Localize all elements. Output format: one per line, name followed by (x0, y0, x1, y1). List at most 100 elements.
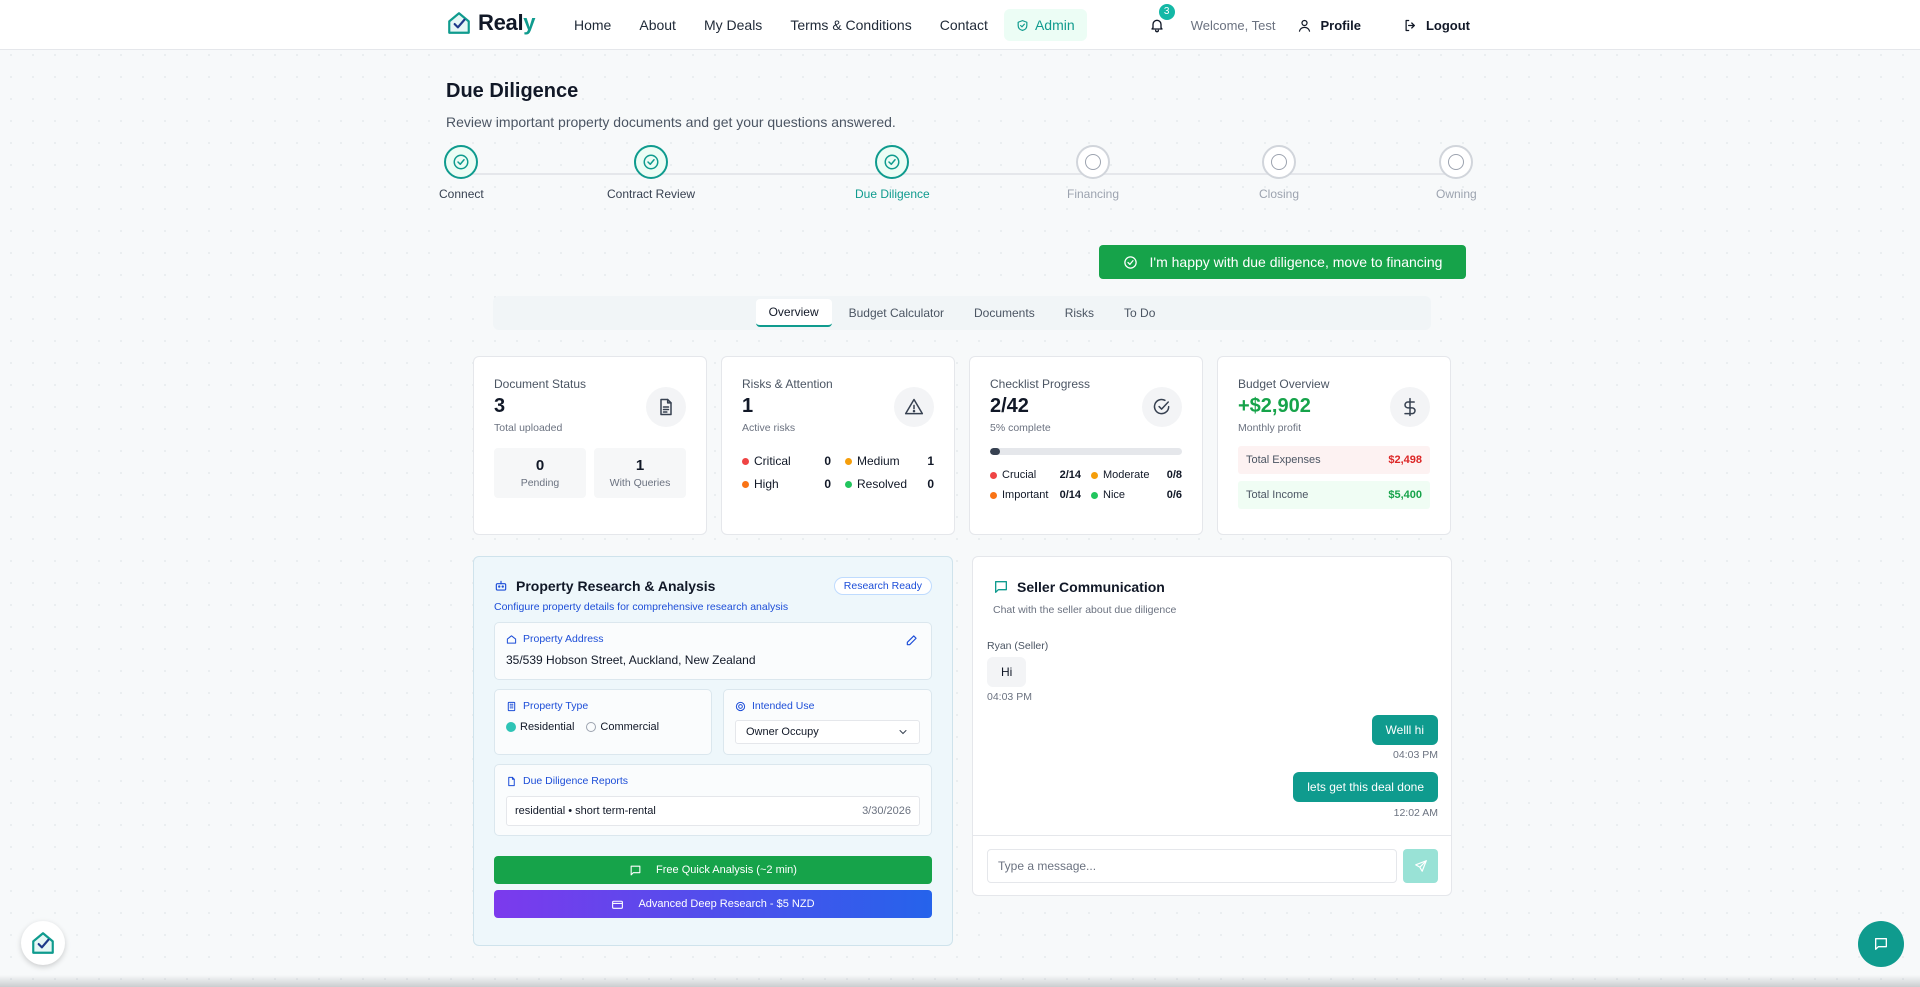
intended-use-select[interactable]: Owner Occupy (734, 720, 920, 744)
message-time: 12:02 AM (1393, 807, 1438, 819)
nav-terms[interactable]: Terms & Conditions (778, 9, 923, 41)
bell-icon (1151, 19, 1163, 33)
page-subtitle: Review important property documents and … (446, 114, 896, 130)
house-check-icon (448, 12, 470, 34)
income-value: $5,400 (1388, 489, 1422, 501)
risk-label: Resolved (857, 477, 908, 491)
property-address-box: Property Address 35/539 Hobson Street, A… (494, 622, 932, 680)
logout-link[interactable]: Logout (1403, 18, 1470, 33)
research-title: Property Research & Analysis (516, 578, 716, 594)
address-label: Property Address (506, 633, 920, 645)
step-due-diligence[interactable]: Due Diligence (855, 145, 930, 201)
priority-dot (1091, 471, 1098, 479)
move-to-financing-button[interactable]: I'm happy with due diligence, move to fi… (1099, 245, 1466, 279)
chevron-down-icon (899, 730, 907, 735)
risk-critical: Critical 0 (742, 454, 831, 468)
risk-breakdown: Critical 0 Medium 1 High 0 Resolved 0 (742, 454, 934, 491)
warning-triangle-icon (904, 398, 924, 415)
profile-link[interactable]: Profile (1297, 18, 1361, 33)
nav-contact[interactable]: Contact (928, 9, 1000, 41)
house-check-icon (32, 932, 54, 954)
tab-to-do[interactable]: To Do (1111, 300, 1168, 326)
tab-overview[interactable]: Overview (755, 299, 832, 327)
document-status-card: Document Status 3 Total uploaded 0 Pendi… (473, 356, 707, 535)
send-message-button[interactable] (1403, 849, 1438, 883)
risk-count: 0 (927, 477, 934, 491)
radio-label: Residential (520, 721, 575, 733)
free-quick-analysis-button[interactable]: Free Quick Analysis (~2 min) (494, 856, 932, 884)
advanced-deep-research-label: Advanced Deep Research - $5 NZD (638, 898, 815, 910)
advanced-deep-research-button[interactable]: Advanced Deep Research - $5 NZD (494, 890, 932, 918)
message-time: 04:03 PM (987, 691, 1032, 703)
step-contract-review[interactable]: Contract Review (607, 145, 695, 201)
open-chat-button[interactable] (1858, 921, 1904, 967)
property-type-label-text: Property Type (523, 700, 589, 712)
checklist-progress-card: Checklist Progress 2/42 5% complete Cruc… (969, 356, 1203, 535)
checklist-important: Important 0/14 (990, 489, 1081, 501)
brand-logo[interactable]: Realy (446, 10, 536, 36)
step-closing[interactable]: Closing (1259, 145, 1299, 201)
nav-my-deals[interactable]: My Deals (692, 9, 774, 41)
move-to-financing-label: I'm happy with due diligence, move to fi… (1149, 254, 1443, 270)
nav-about[interactable]: About (627, 9, 688, 41)
property-type-options: Residential Commercial (506, 721, 700, 733)
edit-pencil-icon[interactable] (905, 633, 919, 647)
intended-use-value: Owner Occupy (745, 726, 819, 738)
priority-dot (990, 471, 997, 479)
priority-label: Crucial (1002, 469, 1037, 481)
queries-label: With Queries (609, 477, 671, 489)
step-owning[interactable]: Owning (1436, 145, 1477, 201)
step-connect[interactable]: Connect (439, 145, 484, 201)
radio-selected-indicator (506, 722, 516, 732)
risk-count: 1 (927, 454, 934, 468)
nav-admin[interactable]: Admin (1003, 9, 1087, 41)
tab-risks[interactable]: Risks (1052, 300, 1107, 326)
property-type-label: Property Type (506, 700, 700, 712)
home-icon (506, 634, 517, 644)
seller-communication-panel: Seller Communication Chat with the selle… (972, 556, 1452, 896)
send-icon (1414, 860, 1427, 872)
user-area: 3 Welcome, Test Profile Logout (1149, 0, 1470, 50)
step-label: Financing (1067, 187, 1120, 201)
reports-label: Due Diligence Reports (506, 775, 920, 787)
check-circle-icon (884, 154, 900, 170)
risk-count: 0 (824, 477, 831, 491)
chat-bubble-icon (630, 865, 641, 875)
step-financing[interactable]: Financing (1067, 145, 1119, 201)
report-item[interactable]: residential • short term-rental 3/30/202… (506, 796, 920, 826)
nav-home[interactable]: Home (562, 9, 623, 41)
page-title: Due Diligence (446, 80, 579, 102)
radio-residential[interactable]: Residential (506, 721, 574, 733)
dollar-icon (1404, 397, 1416, 417)
message-input[interactable] (987, 849, 1397, 883)
empty-circle-icon (1448, 154, 1465, 170)
step-label: Owning (1436, 187, 1477, 201)
message-sender: Ryan (Seller) (987, 640, 1049, 652)
intended-use-label: Intended Use (735, 700, 920, 712)
check-circle-icon (643, 154, 659, 170)
welcome-text: Welcome, Test (1190, 17, 1276, 33)
chat-bubble-icon (995, 581, 1007, 593)
expenses-value: $2,498 (1388, 454, 1422, 466)
credit-card-icon (612, 900, 624, 909)
assistant-launcher[interactable] (21, 921, 65, 965)
deal-progress-stepper: Connect Contract Review Due Diligence Fi… (439, 145, 1480, 205)
step-active-circle (875, 145, 910, 179)
risk-count: 0 (824, 454, 831, 468)
queries-count: 1 (635, 457, 645, 474)
checklist-breakdown: Crucial 2/14 Moderate 0/8 Important 0/14 Ni… (990, 469, 1182, 501)
address-label-text: Property Address (523, 633, 604, 645)
free-quick-analysis-label: Free Quick Analysis (~2 min) (656, 864, 797, 876)
building-icon (507, 701, 516, 711)
tab-budget-calculator[interactable]: Budget Calculator (836, 300, 957, 326)
risk-high: High 0 (742, 477, 831, 491)
tab-documents[interactable]: Documents (961, 300, 1048, 326)
property-research-panel: Property Research & Analysis Research Re… (473, 556, 953, 946)
research-header: Property Research & Analysis Research Re… (494, 577, 932, 595)
chat-bubble-icon (1875, 938, 1887, 950)
radio-commercial[interactable]: Commercial (586, 721, 659, 733)
check-circle-icon (1153, 398, 1170, 415)
empty-circle-icon (1271, 154, 1288, 170)
notifications-button[interactable]: 3 (1149, 4, 1175, 35)
robot-icon (495, 580, 507, 591)
